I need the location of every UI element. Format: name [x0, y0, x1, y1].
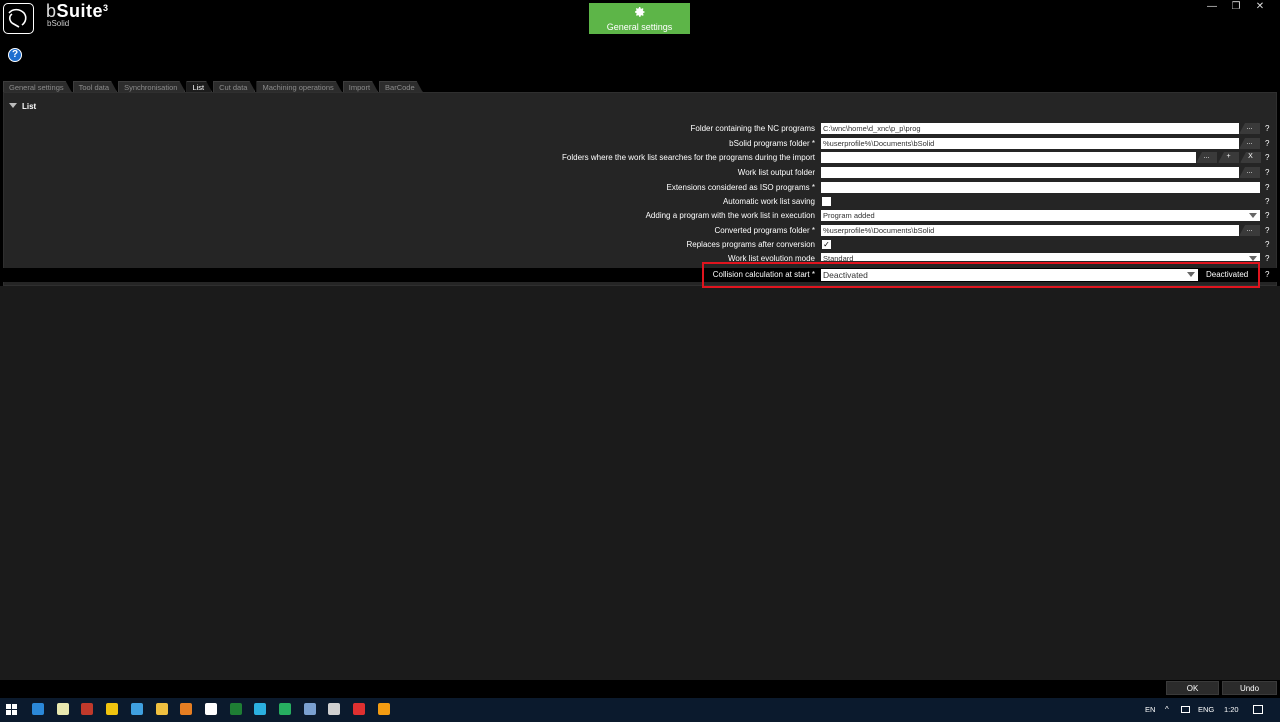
taskbar-app-icon[interactable] [279, 703, 291, 715]
chevron-up-icon[interactable]: ^ [1165, 698, 1169, 722]
window-controls: — ❐ ✕ [1200, 0, 1272, 14]
auto-save-checkbox[interactable] [822, 197, 831, 206]
help-mark[interactable]: ? [1265, 239, 1269, 251]
setting-label: Folder containing the NC programs [690, 124, 815, 133]
tab-cut-data[interactable]: Cut data [213, 81, 255, 92]
setting-label: Automatic work list saving [722, 197, 815, 206]
browse-button[interactable]: ... [1239, 167, 1260, 178]
evolution-mode-select[interactable]: Standard [821, 253, 1260, 261]
tab-synchronisation[interactable]: Synchronisation [118, 81, 185, 92]
output-folder-input[interactable] [821, 167, 1239, 178]
help-mark[interactable]: ? [1265, 182, 1269, 194]
taskbar-app-icon[interactable] [204, 703, 217, 715]
setting-row-iso-extensions: Extensions considered as ISO programs * … [0, 182, 1280, 194]
converted-folder-input[interactable]: %userprofile%\Documents\bSolid [821, 225, 1239, 236]
setting-row-adding-program: Adding a program with the work list in e… [0, 210, 1280, 222]
minimize-icon[interactable]: — [1200, 0, 1224, 14]
setting-label: Work list evolution mode [728, 254, 815, 261]
bsolid-programs-folder-input[interactable]: %userprofile%\Documents\bSolid [821, 138, 1239, 149]
clock[interactable]: 1:20 [1224, 698, 1239, 722]
setting-label: Adding a program with the work list in e… [645, 211, 815, 220]
close-icon[interactable]: ✕ [1248, 0, 1272, 14]
tab-tool-data[interactable]: Tool data [73, 81, 117, 92]
help-mark[interactable]: ? [1265, 268, 1269, 282]
taskbar-app-icon[interactable] [303, 703, 316, 715]
replace-programs-checkbox[interactable]: ✓ [822, 240, 831, 249]
help-mark[interactable]: ? [1265, 152, 1269, 164]
setting-label: bSolid programs folder * [729, 139, 815, 148]
tab-import[interactable]: Import [343, 81, 378, 92]
setting-row-replace-programs: Replaces programs after conversion ✓ ? [0, 239, 1280, 251]
tab-general-settings[interactable]: General settings [3, 81, 72, 92]
restore-icon[interactable]: ❐ [1224, 0, 1248, 14]
taskbar-app-icon[interactable] [155, 703, 168, 715]
browse-button[interactable]: ... [1239, 138, 1260, 149]
chevron-down-icon [1249, 256, 1257, 261]
taskbar-app-icon[interactable] [328, 703, 341, 715]
setting-row-converted-folder: Converted programs folder * %userprofile… [0, 225, 1280, 237]
gear-icon [634, 7, 644, 17]
help-icon[interactable]: ? [8, 48, 22, 62]
browse-button[interactable]: ... [1239, 225, 1260, 236]
ok-button[interactable]: OK [1166, 681, 1219, 695]
taskbar-app-icon[interactable] [106, 703, 119, 715]
setting-row-output-folder: Work list output folder ... ? [0, 167, 1280, 179]
taskbar-app-icon[interactable] [229, 703, 242, 715]
add-folder-button[interactable]: + [1218, 152, 1239, 163]
collapse-triangle-icon [9, 103, 17, 108]
browse-button[interactable]: ... [1196, 152, 1217, 163]
section-header-list[interactable]: List [9, 102, 36, 111]
settings-tabs: General settings Tool data Synchronisati… [3, 81, 424, 92]
tab-list[interactable]: List [186, 81, 212, 92]
setting-label: Folders where the work list searches for… [562, 153, 815, 162]
content-background [0, 286, 1280, 680]
search-folders-input[interactable] [821, 152, 1196, 163]
keyboard-language[interactable]: ENG [1198, 698, 1214, 722]
setting-label: Converted programs folder * [714, 226, 816, 235]
chevron-down-icon [1249, 213, 1257, 218]
help-mark[interactable]: ? [1265, 138, 1269, 150]
taskbar-app-icon[interactable] [254, 703, 267, 715]
language-indicator[interactable]: EN [1145, 698, 1155, 722]
network-icon[interactable] [1181, 706, 1190, 713]
help-mark[interactable]: ? [1265, 210, 1269, 222]
taskbar: EN ^ ENG 1:20 [0, 698, 1280, 722]
highlight-box [702, 262, 1260, 288]
setting-row-auto-save: Automatic work list saving ? [0, 196, 1280, 208]
help-mark[interactable]: ? [1265, 253, 1269, 261]
undo-button[interactable]: Undo [1222, 681, 1277, 695]
section-title: List [22, 102, 37, 111]
help-mark[interactable]: ? [1265, 123, 1269, 135]
tab-machining-operations[interactable]: Machining operations [256, 81, 341, 92]
help-mark[interactable]: ? [1265, 225, 1269, 237]
taskbar-app-icon[interactable] [180, 703, 193, 715]
app-logo-icon [3, 3, 34, 34]
browse-button[interactable]: ... [1239, 123, 1260, 134]
taskbar-app-icon[interactable] [353, 703, 366, 715]
general-settings-label: General settings [606, 22, 673, 32]
iso-extensions-input[interactable] [821, 182, 1260, 193]
taskbar-app-icon[interactable] [32, 703, 44, 715]
setting-label: Replaces programs after conversion [686, 240, 815, 249]
app-subtitle: bSolid [47, 19, 70, 28]
remove-folder-button[interactable]: X [1240, 152, 1261, 163]
setting-row-nc-programs-folder: Folder containing the NC programs C:\wnc… [0, 123, 1280, 135]
taskbar-app-icon[interactable] [56, 703, 69, 715]
notifications-icon[interactable] [1253, 705, 1263, 714]
windows-start-icon[interactable] [6, 704, 17, 715]
setting-label: Work list output folder [737, 168, 815, 177]
setting-row-evolution-mode: Work list evolution mode Standard ? [0, 253, 1280, 261]
general-settings-button[interactable]: General settings [589, 3, 690, 34]
taskbar-app-icon[interactable] [130, 703, 143, 715]
adding-program-select[interactable]: Program added [821, 210, 1260, 221]
setting-row-search-folders: Folders where the work list searches for… [0, 152, 1280, 164]
help-mark[interactable]: ? [1265, 196, 1269, 208]
taskbar-app-icon[interactable] [81, 703, 94, 715]
help-mark[interactable]: ? [1265, 167, 1269, 179]
nc-programs-folder-input[interactable]: C:\wnc\home\d_xnc\p_p\prog [821, 123, 1239, 134]
taskbar-app-icon[interactable] [377, 703, 390, 715]
setting-label: Extensions considered as ISO programs * [666, 183, 815, 192]
setting-row-bsolid-programs-folder: bSolid programs folder * %userprofile%\D… [0, 138, 1280, 150]
tab-barcode[interactable]: BarCode [379, 81, 423, 92]
